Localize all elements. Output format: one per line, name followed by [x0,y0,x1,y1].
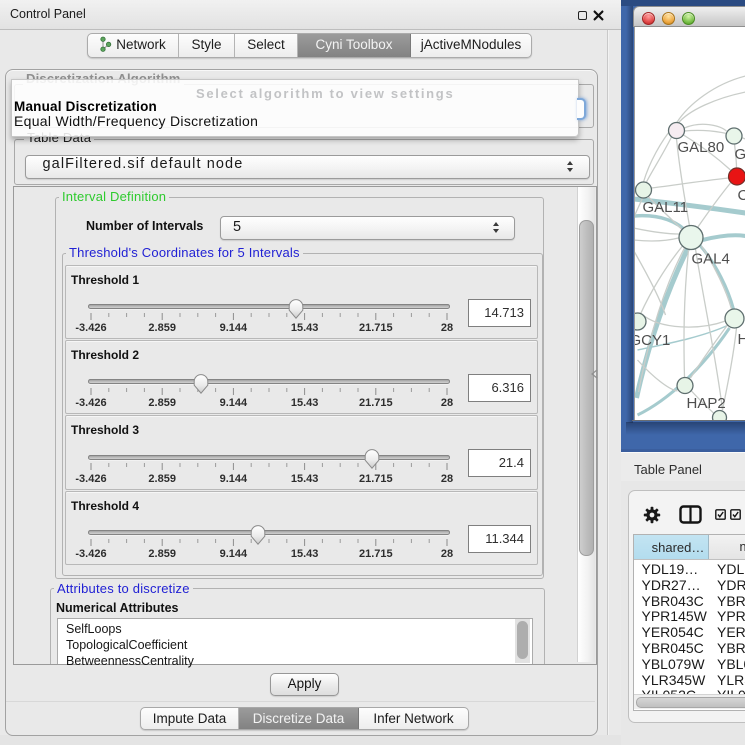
svg-text:GAL11: GAL11 [642,199,688,216]
svg-text:GAL4: GAL4 [691,251,729,268]
svg-text:GAL80: GAL80 [677,139,724,156]
svg-text:GA: GA [734,146,745,163]
svg-text:H: H [737,331,745,348]
svg-text:HAP2: HAP2 [686,395,725,412]
svg-text:C: C [737,187,745,204]
svg-text:GCY1: GCY1 [635,332,670,349]
